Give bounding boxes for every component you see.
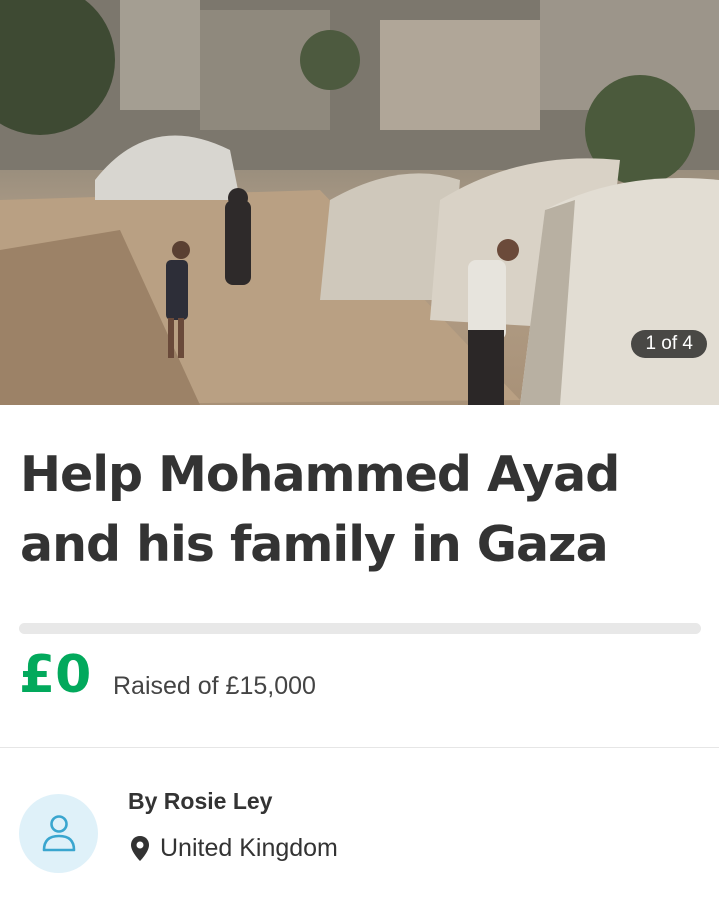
image-counter: 1 of 4 xyxy=(631,330,707,358)
campaign-title: Help Mohammed Ayad and his family in Gaz… xyxy=(20,440,710,580)
organizer-avatar[interactable] xyxy=(19,794,98,873)
organizer-location: United Kingdom xyxy=(130,832,338,864)
campaign-hero-image[interactable]: 1 of 4 xyxy=(0,0,719,405)
amount-raised: £0 xyxy=(19,645,92,705)
section-divider xyxy=(0,747,719,748)
campaign-title-line-2: and his family in Gaza xyxy=(20,516,609,573)
organizer-name[interactable]: By Rosie Ley xyxy=(128,786,272,816)
hero-photo xyxy=(0,0,719,405)
person-icon xyxy=(42,815,76,852)
funding-progress-bar xyxy=(19,623,701,634)
map-pin-icon xyxy=(131,835,149,861)
campaign-title-line-1: Help Mohammed Ayad xyxy=(20,446,620,503)
location-label: United Kingdom xyxy=(160,834,338,862)
raised-of-goal: Raised of £15,000 xyxy=(113,672,316,700)
